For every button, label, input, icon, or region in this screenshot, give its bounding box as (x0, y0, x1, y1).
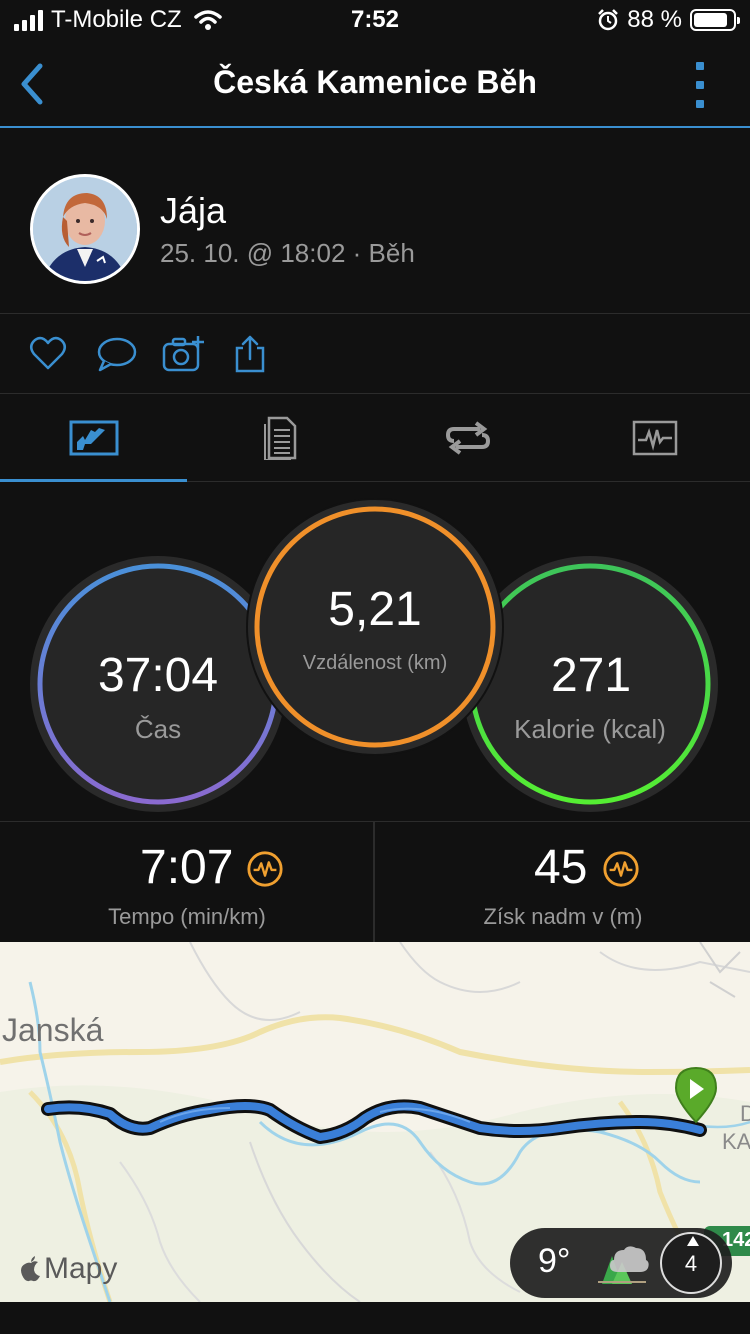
tab-details[interactable] (187, 394, 374, 482)
maps-attribution: Mapy (20, 1252, 117, 1286)
activity-tabs (0, 394, 750, 483)
tab-charts[interactable] (561, 394, 748, 482)
bottom-bar (0, 1302, 750, 1334)
summary-stats: 37:04 Čas 271 Kalorie (kcal) 5,21 Vzdále… (0, 482, 750, 822)
overview-chart-icon (69, 420, 118, 456)
cloud-trees-icon (598, 1246, 649, 1284)
elevation-metric[interactable]: 45 Získ nadm v (m) (376, 822, 750, 942)
apple-logo-icon (21, 1256, 40, 1282)
page-title: Česká Kamenice Běh (213, 64, 537, 100)
distance-stat[interactable]: 5,21 Vzdálenost (km) (246, 498, 504, 756)
map-town-label-right-line1: D (740, 1101, 750, 1126)
elevation-value: 45 (534, 841, 588, 894)
compass-button[interactable]: 4 (660, 1232, 722, 1294)
elevation-label: Získ nadm v (m) (483, 904, 643, 929)
status-bar: T-Mobile CZ 7:52 88 % (0, 0, 750, 40)
activity-header: Jája 25. 10. @ 18:02 · Běh (0, 130, 750, 314)
battery-percent: 88 % (627, 6, 682, 33)
tab-overview[interactable] (0, 394, 187, 483)
activity-graph-icon (632, 420, 677, 456)
more-dot (696, 100, 704, 108)
pace-metric[interactable]: 7:07 Tempo (min/km) (0, 822, 374, 942)
compass-value: 4 (684, 1251, 698, 1276)
weather-widget[interactable]: 9° 4 (510, 1228, 732, 1298)
comment-icon (97, 337, 137, 372)
pace-badge-icon (247, 851, 283, 887)
activity-date-type: 25. 10. @ 18:02 · Běh (160, 238, 415, 268)
tab-laps[interactable] (374, 394, 561, 482)
map-town-label-right-line2: KA (722, 1129, 750, 1154)
distance-label: Vzdálenost (km) (302, 652, 448, 674)
like-button[interactable] (28, 334, 68, 374)
pace-value: 7:07 (140, 841, 234, 894)
metrics-row: 7:07 Tempo (min/km) 45 Získ nadm v (m) (0, 822, 750, 942)
weather-temperature: 9° (538, 1242, 571, 1280)
nav-bar: Česká Kamenice Běh (0, 40, 750, 128)
status-right: 88 % (597, 6, 740, 34)
distance-value: 5,21 (328, 583, 422, 636)
metric-divider (373, 822, 375, 942)
user-name[interactable]: Jája (160, 190, 226, 232)
map-town-label: Janská (2, 1012, 104, 1048)
camera-add-icon (162, 336, 204, 372)
action-row (0, 314, 750, 394)
comment-button[interactable] (96, 334, 137, 374)
share-icon (235, 335, 265, 373)
more-dot (696, 81, 704, 89)
more-dot (696, 62, 704, 70)
battery-icon (690, 9, 740, 31)
laps-loop-icon (445, 421, 490, 455)
map-town-label-right: D KA (722, 1100, 750, 1156)
elevation-badge-icon (603, 851, 639, 887)
details-document-icon (263, 416, 296, 460)
add-photo-button[interactable] (162, 334, 204, 374)
pace-label: Tempo (min/km) (108, 904, 266, 929)
heart-icon (30, 336, 66, 370)
avatar-photo (33, 177, 137, 281)
more-options-button[interactable] (690, 62, 710, 108)
route-map[interactable]: Janská D KA 142 Mapy 9° 4 (0, 942, 750, 1302)
compass-north-icon (687, 1236, 699, 1246)
share-button[interactable] (232, 334, 272, 374)
alarm-icon (598, 9, 619, 31)
avatar[interactable] (30, 174, 140, 284)
maps-logo-text: Mapy (44, 1252, 118, 1285)
